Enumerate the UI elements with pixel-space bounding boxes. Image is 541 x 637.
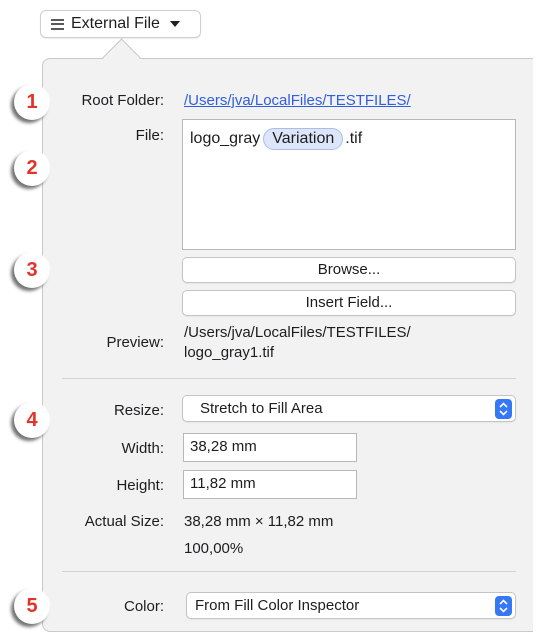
color-label: Color: — [123, 598, 164, 615]
file-label: File: — [135, 127, 164, 144]
color-popup[interactable]: From Fill Color Inspector — [186, 592, 516, 619]
file-name-prefix: logo_gray — [190, 130, 261, 147]
preview-path-line2: logo_gray1.tif — [184, 344, 275, 361]
resize-selected-value: Stretch to Fill Area — [200, 400, 323, 417]
actual-size-label: Actual Size: — [84, 513, 164, 530]
updown-chevron-icon — [495, 399, 512, 419]
file-name-suffix: .tif — [345, 130, 363, 147]
root-folder-label: Root Folder: — [81, 92, 164, 109]
insert-field-button[interactable]: Insert Field... — [182, 290, 516, 316]
width-field[interactable]: 38,28 mm — [183, 433, 357, 462]
height-label: Height: — [116, 477, 164, 494]
width-label: Width: — [121, 440, 164, 457]
resize-popup[interactable]: Stretch to Fill Area — [182, 395, 516, 422]
list-icon — [51, 18, 64, 30]
preview-path-line1: /Users/jva/LocalFiles/TESTFILES/ — [184, 324, 411, 341]
section-divider — [62, 378, 516, 379]
inspector-root: External File 1 2 3 4 5 Root Folder: /Us… — [0, 0, 541, 637]
height-field[interactable]: 11,82 mm — [183, 470, 357, 499]
source-type-label: External File — [71, 15, 160, 32]
file-name-field[interactable]: logo_gray Variation .tif — [182, 119, 516, 250]
updown-chevron-icon — [495, 596, 512, 616]
browse-button[interactable]: Browse... — [182, 257, 516, 283]
chevron-down-icon — [169, 21, 180, 27]
actual-size-dimensions: 38,28 mm × 11,82 mm — [184, 513, 334, 530]
root-folder-link[interactable]: /Users/jva/LocalFiles/TESTFILES/ — [184, 92, 411, 109]
resize-label: Resize: — [113, 402, 164, 419]
callout-marker-2: 2 — [14, 150, 50, 186]
source-type-menu[interactable]: External File — [40, 10, 201, 38]
section-divider — [62, 571, 516, 572]
color-selected-value: From Fill Color Inspector — [195, 597, 360, 614]
variation-token[interactable]: Variation — [263, 128, 344, 150]
callout-marker-3: 3 — [14, 252, 50, 288]
preview-label: Preview: — [106, 334, 164, 351]
actual-size-percent: 100,00% — [184, 540, 244, 557]
